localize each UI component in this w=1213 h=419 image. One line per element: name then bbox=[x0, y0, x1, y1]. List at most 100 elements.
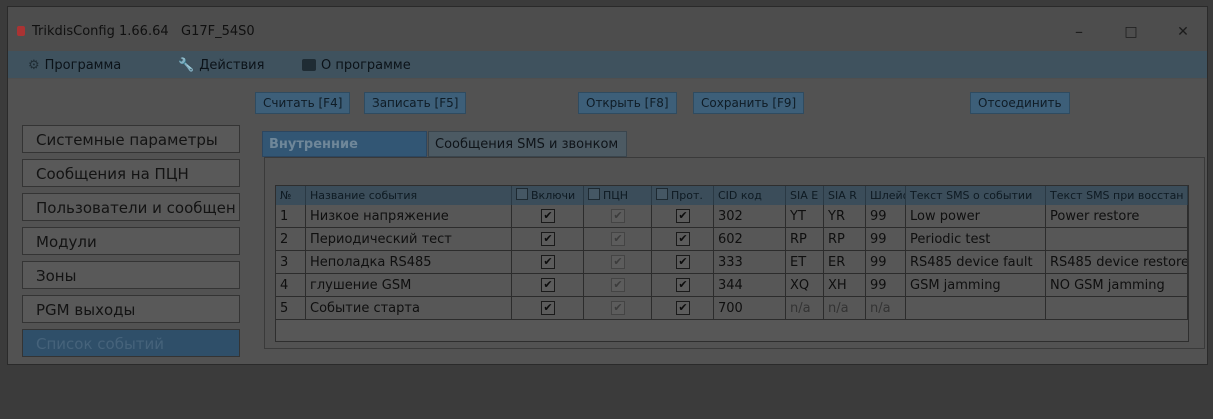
cell-cid[interactable]: 700 bbox=[714, 297, 786, 320]
cell-sms-event[interactable]: GSM jamming bbox=[906, 274, 1046, 297]
tab-sms-calls[interactable]: Сообщения SMS и звонком bbox=[428, 131, 627, 157]
title-bar: TrikdisConfig 1.66.64 G17F_54S0 – □ ✕ bbox=[8, 7, 1207, 51]
minimize-button[interactable]: – bbox=[1056, 17, 1102, 47]
checkbox-prot[interactable]: ✔ bbox=[676, 278, 690, 292]
cell-sia-r[interactable]: n/a bbox=[824, 297, 866, 320]
cell-sms-restore[interactable]: RS485 device restore bbox=[1046, 251, 1188, 274]
events-table: № Название события Включи ПЦН Прот. CID … bbox=[275, 185, 1189, 342]
cell-sia-r[interactable]: ER bbox=[824, 251, 866, 274]
sidebar-item-event-list[interactable]: Список событий bbox=[22, 329, 240, 357]
col-header-sms-event: Текст SMS о событии bbox=[906, 186, 1046, 205]
cell-enabled: ✔ bbox=[512, 274, 584, 297]
cell-name[interactable]: Низкое напряжение bbox=[306, 205, 512, 228]
checkbox-pcn[interactable]: ✔ bbox=[611, 232, 625, 246]
cell-sia-r[interactable]: YR bbox=[824, 205, 866, 228]
write-button[interactable]: Записать [F5] bbox=[364, 92, 467, 114]
cell-sms-event[interactable]: Low power bbox=[906, 205, 1046, 228]
cell-name[interactable]: глушение GSM bbox=[306, 274, 512, 297]
cell-sms-event[interactable]: Periodic test bbox=[906, 228, 1046, 251]
cell-sms-event[interactable]: RS485 device fault bbox=[906, 251, 1046, 274]
checkbox-pcn[interactable]: ✔ bbox=[611, 255, 625, 269]
checkbox-enabled[interactable]: ✔ bbox=[541, 278, 555, 292]
sidebar-item-pgm-outputs[interactable]: PGM выходы bbox=[22, 295, 240, 323]
cell-num: 2 bbox=[276, 228, 306, 251]
sidebar-item-zones[interactable]: Зоны bbox=[22, 261, 240, 289]
close-button[interactable]: ✕ bbox=[1160, 17, 1206, 47]
sidebar-item-pcn-messages[interactable]: Сообщения на ПЦН bbox=[22, 159, 240, 187]
cell-loop[interactable]: 99 bbox=[866, 205, 906, 228]
col-header-name: Название события bbox=[306, 186, 512, 205]
menu-actions-label: Действия bbox=[199, 57, 265, 73]
cell-sia-e[interactable]: YT bbox=[786, 205, 824, 228]
checkbox-prot[interactable]: ✔ bbox=[676, 255, 690, 269]
tab-internal-events[interactable]: Внутренние события bbox=[262, 131, 427, 178]
cell-pcn: ✔ bbox=[584, 274, 652, 297]
cell-loop[interactable]: 99 bbox=[866, 251, 906, 274]
save-button[interactable]: Сохранить [F9] bbox=[693, 92, 805, 114]
cell-loop[interactable]: n/a bbox=[866, 297, 906, 320]
sidebar-item-users[interactable]: Пользователи и сообщен bbox=[22, 193, 240, 221]
cell-name[interactable]: Неполадка RS485 bbox=[306, 251, 512, 274]
cell-prot: ✔ bbox=[652, 297, 714, 320]
cell-sms-event[interactable] bbox=[906, 297, 1046, 320]
checkbox-pcn[interactable]: ✔ bbox=[611, 209, 625, 223]
menu-about[interactable]: О программе bbox=[302, 55, 411, 75]
gear-icon: ⚙ bbox=[28, 57, 40, 73]
read-button[interactable]: Считать [F4] bbox=[255, 92, 351, 114]
cell-prot: ✔ bbox=[652, 274, 714, 297]
checkbox-prot[interactable]: ✔ bbox=[676, 232, 690, 246]
menu-actions[interactable]: 🔧 Действия bbox=[178, 55, 264, 75]
cell-name[interactable]: Событие старта bbox=[306, 297, 512, 320]
menu-about-label: О программе bbox=[321, 57, 411, 73]
cell-cid[interactable]: 333 bbox=[714, 251, 786, 274]
col-header-prot[interactable]: Прот. bbox=[652, 186, 714, 205]
cell-pcn: ✔ bbox=[584, 297, 652, 320]
cell-sms-restore[interactable] bbox=[1046, 297, 1188, 320]
app-name: TrikdisConfig 1.66.64 bbox=[32, 24, 169, 39]
cell-name[interactable]: Периодический тест bbox=[306, 228, 512, 251]
header-checkbox-pcn[interactable] bbox=[588, 188, 600, 200]
cell-loop[interactable]: 99 bbox=[866, 228, 906, 251]
cell-sms-restore[interactable] bbox=[1046, 228, 1188, 251]
sidebar-item-modules[interactable]: Модули bbox=[22, 227, 240, 255]
checkbox-prot[interactable]: ✔ bbox=[676, 209, 690, 223]
menu-program[interactable]: ⚙ Программа bbox=[28, 55, 121, 75]
checkbox-enabled[interactable]: ✔ bbox=[541, 232, 555, 246]
cell-sms-restore[interactable]: NO GSM jamming bbox=[1046, 274, 1188, 297]
checkbox-enabled[interactable]: ✔ bbox=[541, 301, 555, 315]
checkbox-prot[interactable]: ✔ bbox=[676, 301, 690, 315]
book-icon bbox=[302, 59, 316, 71]
cell-sia-e[interactable]: n/a bbox=[786, 297, 824, 320]
disconnect-button[interactable]: Отсоединить bbox=[970, 92, 1070, 114]
cell-cid[interactable]: 302 bbox=[714, 205, 786, 228]
col-header-loop: Шлейф bbox=[866, 186, 906, 205]
cell-cid[interactable]: 602 bbox=[714, 228, 786, 251]
cell-cid[interactable]: 344 bbox=[714, 274, 786, 297]
cell-pcn: ✔ bbox=[584, 205, 652, 228]
checkbox-enabled[interactable]: ✔ bbox=[541, 255, 555, 269]
cell-sia-e[interactable]: ET bbox=[786, 251, 824, 274]
col-header-enabled[interactable]: Включи bbox=[512, 186, 584, 205]
cell-pcn: ✔ bbox=[584, 228, 652, 251]
cell-sia-r[interactable]: RP bbox=[824, 228, 866, 251]
col-header-sia-e: SIA E bbox=[786, 186, 824, 205]
header-checkbox-prot[interactable] bbox=[656, 188, 668, 200]
window-title: TrikdisConfig 1.66.64 G17F_54S0 bbox=[32, 24, 255, 39]
col-header-num: № bbox=[276, 186, 306, 205]
col-header-pcn[interactable]: ПЦН bbox=[584, 186, 652, 205]
cell-loop[interactable]: 99 bbox=[866, 274, 906, 297]
maximize-button[interactable]: □ bbox=[1108, 17, 1154, 47]
checkbox-enabled[interactable]: ✔ bbox=[541, 209, 555, 223]
open-button[interactable]: Открыть [F8] bbox=[578, 92, 677, 114]
cell-prot: ✔ bbox=[652, 205, 714, 228]
cell-sia-e[interactable]: RP bbox=[786, 228, 824, 251]
cell-enabled: ✔ bbox=[512, 228, 584, 251]
checkbox-pcn[interactable]: ✔ bbox=[611, 278, 625, 292]
wrench-icon: 🔧 bbox=[178, 57, 195, 73]
cell-sms-restore[interactable]: Power restore bbox=[1046, 205, 1188, 228]
cell-sia-e[interactable]: XQ bbox=[786, 274, 824, 297]
header-checkbox-enabled[interactable] bbox=[516, 188, 528, 200]
checkbox-pcn[interactable]: ✔ bbox=[611, 301, 625, 315]
sidebar-item-system-params[interactable]: Системные параметры bbox=[22, 125, 240, 153]
cell-sia-r[interactable]: XH bbox=[824, 274, 866, 297]
